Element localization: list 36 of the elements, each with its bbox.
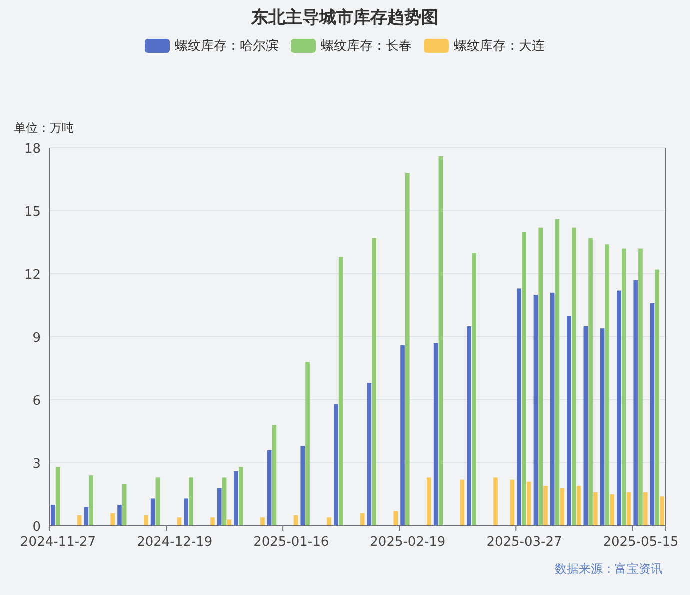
bar: [394, 511, 398, 526]
y-tick-label: 3: [32, 457, 41, 472]
y-tick-label: 6: [32, 394, 41, 409]
bar: [460, 480, 465, 526]
bar: [144, 516, 148, 526]
legend-label[interactable]: 螺纹库存：长春: [321, 37, 412, 55]
legend-swatch[interactable]: [145, 39, 170, 53]
bar: [510, 480, 515, 526]
legend-label[interactable]: 螺纹库存：大连: [454, 37, 545, 55]
legend-swatch[interactable]: [424, 39, 449, 53]
x-tick-label: 2024-12-19: [137, 535, 213, 550]
x-tick-label: 2025-01-16: [254, 535, 330, 550]
legend-label[interactable]: 螺纹库存：哈尔滨: [175, 37, 279, 55]
x-tick-label: 2025-05-15: [603, 535, 679, 550]
bar: [260, 518, 265, 526]
y-tick-label: 0: [32, 520, 41, 535]
bar: [177, 518, 182, 526]
x-tick-label: 2025-03-27: [486, 535, 562, 550]
bar: [210, 518, 215, 526]
y-tick-label: 12: [24, 268, 41, 283]
bar: [494, 478, 498, 526]
source-note: 数据来源：富宝资讯: [555, 561, 663, 578]
unit-label: 单位：万吨: [14, 120, 74, 137]
bar: [77, 516, 82, 526]
y-tick-label: 9: [32, 331, 41, 346]
bar: [427, 478, 432, 526]
chart-title: 东北主导城市库存趋势图: [252, 7, 438, 30]
legend-swatch[interactable]: [291, 39, 316, 53]
y-tick-label: 15: [24, 205, 41, 220]
bar: [327, 518, 332, 526]
bar: [294, 516, 298, 526]
bar: [110, 513, 115, 526]
x-tick-label: 2024-11-27: [20, 535, 96, 550]
bar: [360, 513, 365, 526]
y-tick-label: 18: [24, 142, 41, 157]
x-tick-label: 2025-02-19: [370, 535, 446, 550]
